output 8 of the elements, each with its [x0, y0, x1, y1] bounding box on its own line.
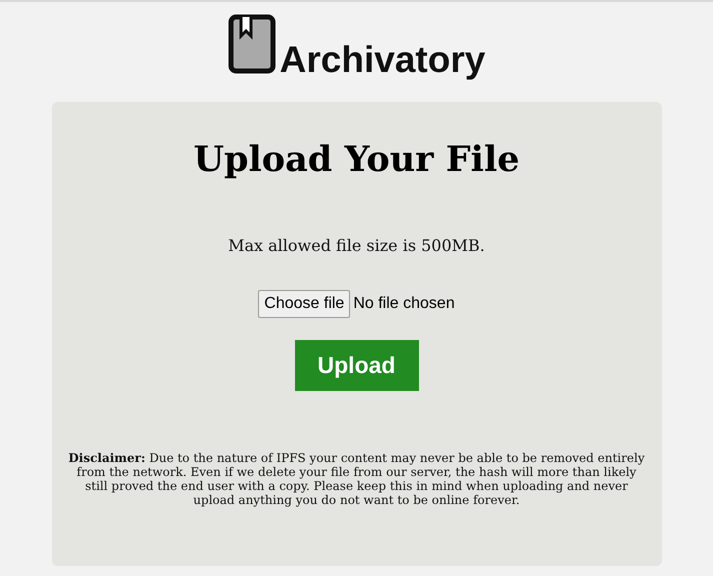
bookmark-book-icon [228, 14, 276, 74]
size-note: Max allowed file size is 500MB. [228, 234, 485, 257]
file-status: No file chosen [353, 294, 455, 314]
logo-text: Archivatory [280, 41, 486, 78]
upload-button[interactable]: Upload [294, 340, 418, 391]
card-title: Upload Your File [193, 138, 520, 182]
choose-file-button[interactable]: Choose file [258, 290, 350, 318]
disclaimer-text: Disclaimer: Due to the nature of IPFS your content may never be able to be removed entirely from the network. Even if we delete your file from our server, the hash will more than likely still proved the end user with a copy. Please keep this in mind when uploading and never upload anything you do not want to be online forever. [67, 450, 646, 507]
